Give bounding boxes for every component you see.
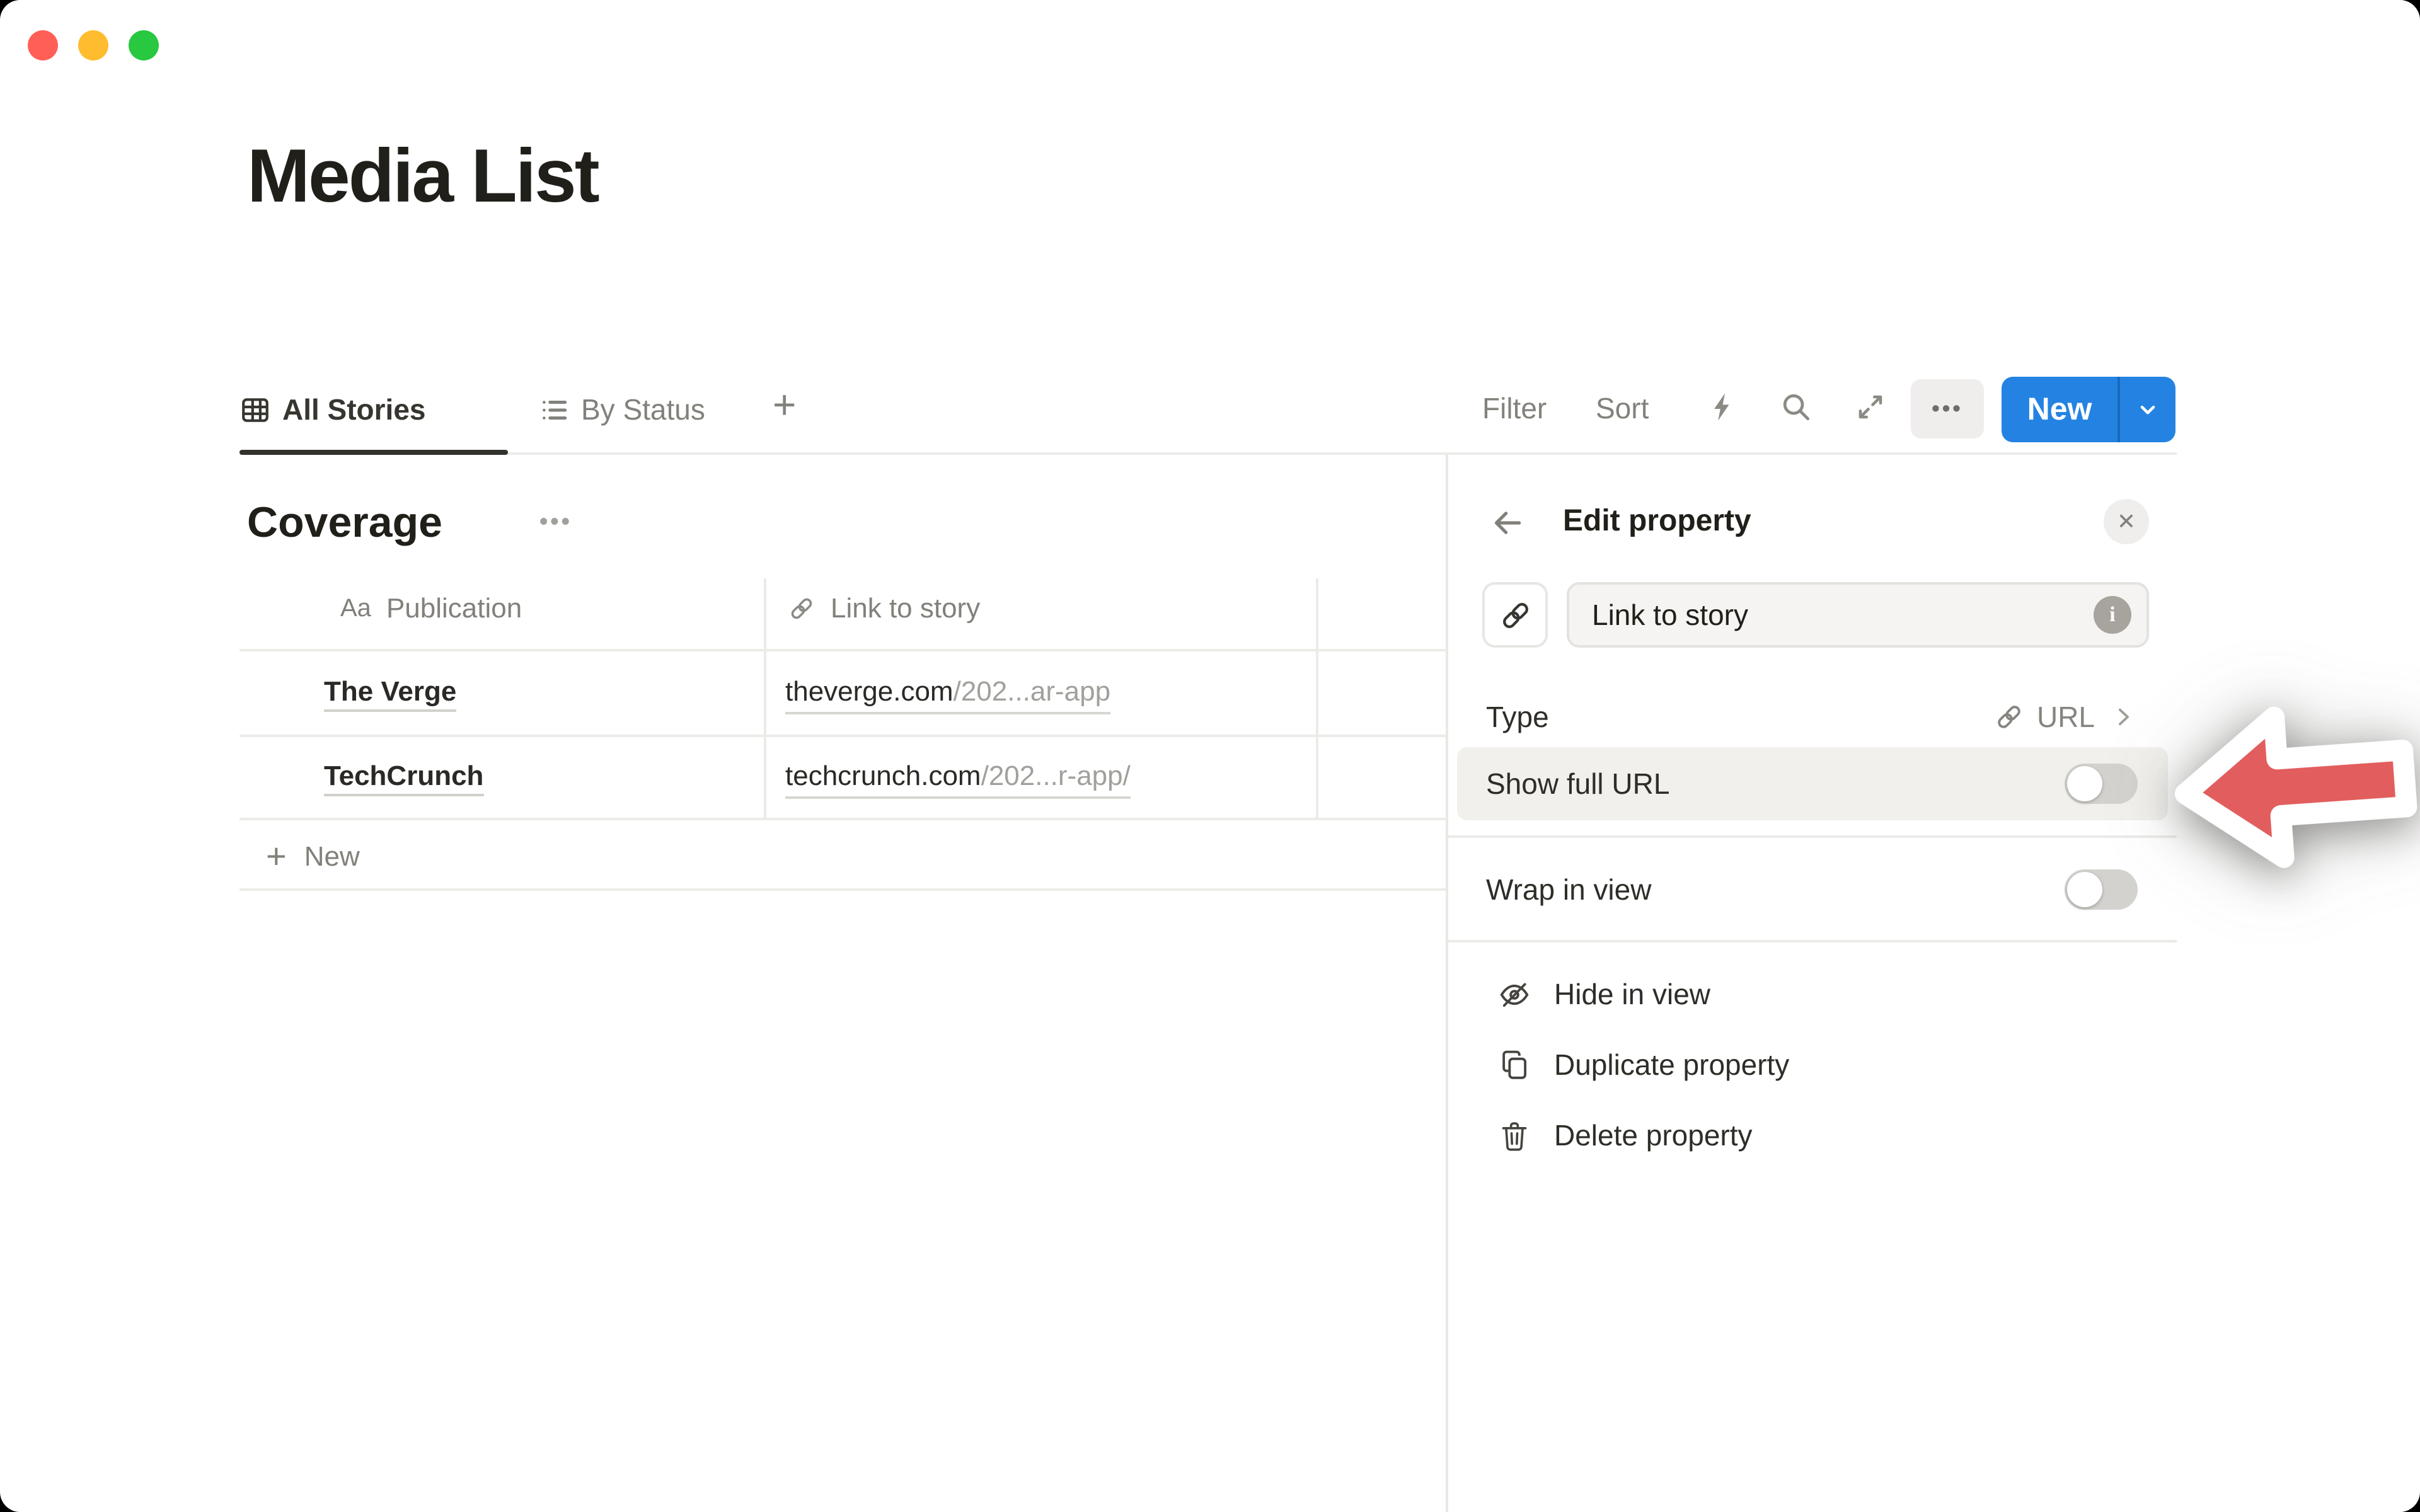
property-name-value: Link to story bbox=[1592, 598, 2094, 632]
ellipsis-icon: ••• bbox=[1932, 396, 1963, 422]
panel-title: Edit property bbox=[1563, 504, 1751, 539]
lightning-icon bbox=[1707, 407, 1739, 428]
new-dropdown-button[interactable] bbox=[2120, 377, 2175, 442]
close-window-button[interactable] bbox=[28, 30, 58, 60]
tab-by-status[interactable]: By Status bbox=[538, 386, 705, 433]
new-button-label: New bbox=[2002, 377, 2118, 442]
type-label: Type bbox=[1486, 700, 1549, 734]
link-icon bbox=[1498, 598, 1532, 632]
arrow-left-icon bbox=[1490, 524, 1525, 546]
expand-view-button[interactable] bbox=[1854, 391, 1887, 430]
zoom-window-button[interactable] bbox=[129, 30, 159, 60]
url-tail: /202...ar-app bbox=[954, 675, 1111, 707]
panel-divider bbox=[1446, 454, 1448, 1512]
toggle-knob bbox=[2067, 766, 2102, 801]
duplicate-icon bbox=[1497, 1048, 1531, 1082]
database-title: Coverage bbox=[247, 499, 442, 548]
search-button[interactable] bbox=[1780, 391, 1812, 430]
list-icon bbox=[538, 394, 570, 425]
column-label: Link to story bbox=[831, 592, 980, 625]
wrap-in-view-label: Wrap in view bbox=[1486, 873, 1651, 907]
show-full-url-label: Show full URL bbox=[1486, 767, 1669, 801]
new-row-label: New bbox=[304, 840, 360, 873]
automations-button[interactable] bbox=[1707, 391, 1739, 430]
column-divider bbox=[1316, 578, 1318, 820]
show-full-url-toggle[interactable] bbox=[2065, 764, 2138, 804]
eye-off-icon bbox=[1497, 977, 1531, 1011]
url-domain: theverge.com bbox=[785, 675, 954, 707]
plus-icon: + bbox=[266, 837, 287, 877]
menu-item-hide-in-view[interactable]: Hide in view bbox=[1457, 960, 2168, 1028]
type-row[interactable]: Type URL bbox=[1457, 688, 2168, 746]
view-options-button[interactable]: ••• bbox=[1911, 379, 1984, 438]
column-header-link-to-story[interactable]: Link to story bbox=[788, 582, 980, 635]
table-row-cell-publication[interactable]: TechCrunch bbox=[324, 760, 483, 793]
link-icon bbox=[1994, 702, 2024, 732]
menu-item-duplicate-property[interactable]: Duplicate property bbox=[1457, 1031, 2168, 1099]
close-panel-button[interactable]: ✕ bbox=[2104, 499, 2149, 544]
table-row-cell-publication[interactable]: The Verge bbox=[324, 675, 456, 708]
arrow-left-shape bbox=[2181, 708, 2410, 864]
url-domain: techcrunch.com bbox=[785, 760, 981, 791]
menu-item-label: Duplicate property bbox=[1554, 1048, 1789, 1082]
active-tab-underline bbox=[239, 450, 508, 455]
show-full-url-row[interactable]: Show full URL bbox=[1457, 747, 2168, 820]
type-value: URL bbox=[2037, 700, 2095, 734]
table-row-cell-url[interactable]: theverge.com/202...ar-app bbox=[785, 675, 1110, 714]
wrap-in-view-toggle[interactable] bbox=[2065, 869, 2138, 910]
filter-button[interactable]: Filter bbox=[1482, 392, 1547, 426]
database-options-button[interactable]: ••• bbox=[539, 509, 572, 537]
column-label: Publication bbox=[386, 592, 522, 625]
text-property-icon: Aa bbox=[340, 594, 371, 623]
row-divider bbox=[239, 818, 1446, 820]
page-link[interactable]: The Verge bbox=[324, 675, 456, 712]
chevron-right-icon bbox=[2112, 706, 2135, 728]
close-icon: ✕ bbox=[2117, 508, 2136, 535]
panel-section-divider bbox=[1448, 940, 2177, 942]
tab-label: By Status bbox=[581, 392, 705, 427]
red-arrow-annotation bbox=[2164, 679, 2420, 901]
back-button[interactable] bbox=[1490, 505, 1525, 547]
property-type-icon-button[interactable] bbox=[1482, 582, 1548, 648]
trash-icon bbox=[1497, 1118, 1531, 1152]
toggle-knob bbox=[2067, 872, 2102, 907]
table-header-divider bbox=[239, 649, 1446, 651]
new-row-button[interactable]: + New bbox=[266, 829, 360, 885]
wrap-in-view-row[interactable]: Wrap in view bbox=[1457, 853, 2168, 926]
url-tail: /202...r-app/ bbox=[981, 760, 1131, 791]
tab-label: All Stories bbox=[282, 392, 426, 427]
page-title: Media List bbox=[247, 132, 598, 219]
new-button[interactable]: New bbox=[2002, 377, 2175, 442]
row-divider bbox=[239, 888, 1446, 891]
page-link[interactable]: TechCrunch bbox=[324, 760, 483, 796]
app-window: Media List All Stories By bbox=[0, 0, 2420, 1512]
link-icon bbox=[788, 595, 815, 622]
row-divider bbox=[239, 735, 1446, 737]
column-header-publication[interactable]: Aa Publication bbox=[340, 582, 522, 635]
expand-diagonal-icon bbox=[1854, 407, 1887, 428]
property-name-input[interactable]: Link to story i bbox=[1567, 582, 2149, 648]
toolbar-divider bbox=[239, 452, 2177, 455]
menu-item-label: Hide in view bbox=[1554, 977, 1710, 1011]
panel-section-divider bbox=[1448, 835, 2177, 838]
column-divider bbox=[764, 578, 766, 820]
info-icon[interactable]: i bbox=[2094, 596, 2131, 634]
tab-all-stories[interactable]: All Stories bbox=[239, 386, 426, 433]
chevron-down-icon bbox=[2136, 398, 2159, 421]
table-icon bbox=[239, 394, 271, 425]
minimize-window-button[interactable] bbox=[78, 30, 108, 60]
table-row-cell-url[interactable]: techcrunch.com/202...r-app/ bbox=[785, 760, 1131, 799]
menu-item-delete-property[interactable]: Delete property bbox=[1457, 1101, 2168, 1169]
sort-button[interactable]: Sort bbox=[1596, 392, 1649, 426]
add-view-button[interactable]: + bbox=[773, 382, 796, 428]
search-icon bbox=[1780, 407, 1812, 428]
menu-item-label: Delete property bbox=[1554, 1118, 1753, 1152]
